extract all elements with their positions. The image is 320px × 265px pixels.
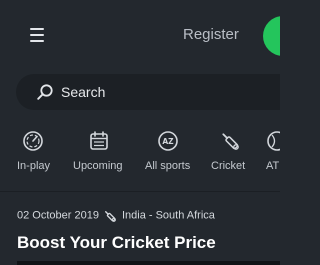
calendar-icon xyxy=(90,131,108,150)
join-button[interactable] xyxy=(263,16,280,56)
sport-label: In-play xyxy=(17,160,51,172)
sport-item-upcoming[interactable]: Upcoming xyxy=(66,124,132,176)
sport-label: Cricket xyxy=(211,160,246,172)
search-input[interactable]: Search xyxy=(16,74,280,110)
section-divider xyxy=(0,191,280,192)
event-meta: 02 October 2019 India - South Africa xyxy=(17,209,215,223)
app-screen: Register Search In-play Upcoming AZ All … xyxy=(0,0,280,265)
event-date: 02 October 2019 xyxy=(17,209,99,222)
cricket-bat-icon xyxy=(222,133,239,150)
sport-item-in-play[interactable]: In-play xyxy=(0,124,64,176)
cricket-bat-icon xyxy=(104,211,116,222)
promo-title[interactable]: Boost Your Cricket Price xyxy=(17,233,216,253)
sport-item-cricket[interactable]: Cricket xyxy=(206,124,254,176)
sport-label: Upcoming xyxy=(73,160,123,172)
hamburger-icon xyxy=(30,28,44,42)
a-z-icon: AZ xyxy=(158,131,178,151)
sport-label: AT xyxy=(266,160,280,172)
sport-label: All sports xyxy=(145,160,191,172)
event-teams: India - South Africa xyxy=(121,209,215,222)
in-play-gauge-icon xyxy=(23,131,43,151)
sports-nav: In-play Upcoming AZ All sports Cricket A… xyxy=(0,124,280,180)
hamburger-menu-button[interactable] xyxy=(26,24,48,46)
register-link[interactable]: Register xyxy=(183,26,239,44)
partial-sport-icon xyxy=(267,131,280,151)
sport-item-all-sports[interactable]: AZ All sports xyxy=(140,124,198,176)
promo-image[interactable] xyxy=(17,261,280,265)
search-icon xyxy=(37,84,53,100)
top-bar: Register xyxy=(0,0,280,72)
svg-text:AZ: AZ xyxy=(162,137,174,146)
sport-item-partial[interactable]: AT xyxy=(262,124,280,176)
search-placeholder: Search xyxy=(61,84,106,100)
